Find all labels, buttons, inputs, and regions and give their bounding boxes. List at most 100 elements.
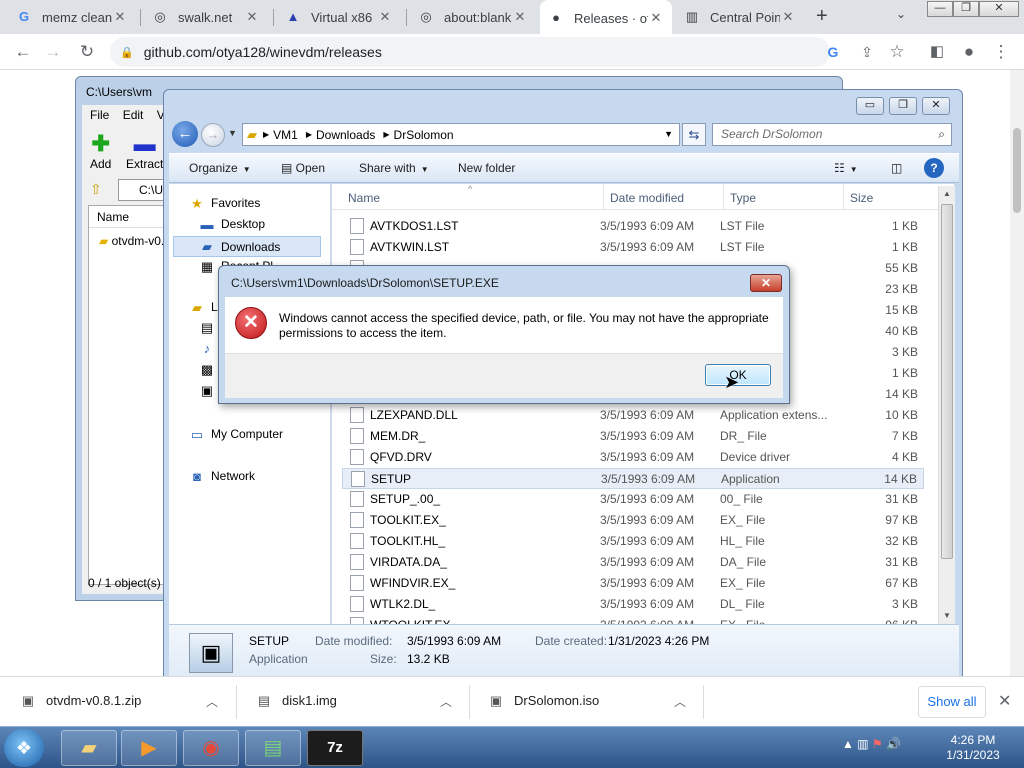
menu-file[interactable]: File [90,108,109,122]
back-arrow-icon[interactable]: ← [12,41,34,63]
maximize-button[interactable]: ❐ [889,97,917,115]
file-list-scrollbar[interactable]: ▲ ▼ [938,186,955,624]
open-button[interactable]: ▤ Open [281,161,325,175]
nav-network[interactable]: ◙ Network [189,469,255,483]
share-icon[interactable]: ⇪ [856,41,878,63]
refresh-button[interactable]: ⇆ [682,123,706,146]
folder-up-icon[interactable]: ⇧ [90,181,102,198]
new-tab-plus-icon[interactable]: + [816,5,838,27]
column-type-header[interactable]: Type [730,191,756,205]
network-icon[interactable]: ▥ [857,737,872,751]
minimize-button[interactable]: ▭ [856,97,884,115]
action-center-flag-icon[interactable]: ⚑ [872,737,886,751]
tab-virtual-x86[interactable]: ▲ Virtual x86 ✕ [277,0,401,34]
start-button[interactable]: ❖ [4,729,44,767]
breadcrumb-downloads[interactable]: Downloads [316,128,375,142]
file-explorer-taskbar-icon[interactable]: ▰ [61,730,117,766]
menu-kebab-icon[interactable]: ⋮ [990,41,1012,63]
help-icon[interactable]: ? [924,158,944,178]
close-icon[interactable]: ✕ [512,9,528,25]
search-input[interactable]: Search DrSolomon ⌕ [712,123,952,146]
chevron-up-icon[interactable]: ︿ [440,693,452,710]
scroll-down-icon[interactable]: ▼ [939,608,955,624]
tab-swalk[interactable]: ◎ swalk.net ✕ [144,0,268,34]
extract-button[interactable]: ▬ Extract [126,133,163,172]
breadcrumb[interactable]: ▰ ▶ VM1 ▶ Downloads ▶ DrSolomon ▼ [242,123,680,146]
show-hidden-icons[interactable]: ▲ [842,737,857,751]
tab-memz-clean[interactable]: G memz clean ✕ [8,0,136,34]
tab-releases[interactable]: ● Releases · ot ✕ [540,0,672,36]
close-icon[interactable]: ✕ [998,691,1011,711]
download-drsolomon[interactable]: ▣ DrSolomon.iso [488,693,599,708]
program-taskbar-icon[interactable]: ▤ [245,730,301,766]
organize-button[interactable]: Organize ▼ [189,161,251,175]
preview-pane-icon[interactable]: ◫ [891,161,902,175]
back-button[interactable]: ← [172,121,198,147]
recent-pages-dropdown[interactable]: ▼ [228,128,237,138]
minimize-window-button[interactable]: — [927,1,953,17]
profile-avatar-icon[interactable]: ● [958,41,980,63]
close-icon[interactable]: ✕ [377,9,393,25]
share-with-button[interactable]: Share with ▼ [359,161,429,175]
table-row[interactable]: WTOOLKIT.EX_ 3/5/1993 6:09 AM EX_ File 96 K… [342,615,924,624]
media-player-taskbar-icon[interactable]: ▶ [121,730,177,766]
menu-edit[interactable]: Edit [123,108,144,122]
dialog-close-button[interactable]: ✕ [750,274,782,292]
column-name-header[interactable]: Name [348,191,380,205]
chevron-up-icon[interactable]: ︿ [674,693,686,710]
table-row[interactable]: SETUP 3/5/1993 6:09 AM Application 14 KB [342,468,924,489]
page-scrollbar[interactable] [1010,70,1024,676]
table-row[interactable]: AVTKDOS1.LST 3/5/1993 6:09 AM LST File 1 KB [342,216,924,237]
nav-my-computer[interactable]: ▭ My Computer [189,427,283,441]
scroll-up-icon[interactable]: ▲ [939,186,955,202]
show-all-button[interactable]: Show all [918,686,986,718]
table-row[interactable]: LZEXPAND.DLL 3/5/1993 6:09 AM Application … [342,405,924,426]
close-button[interactable]: ✕ [922,97,950,115]
close-icon[interactable]: ✕ [648,10,664,26]
column-size-header[interactable]: Size [850,191,873,205]
chevron-down-icon[interactable]: ▼ [664,129,673,139]
table-row[interactable]: MEM.DR_ 3/5/1993 6:09 AM DR_ File 7 KB [342,426,924,447]
download-disk1[interactable]: ▤ disk1.img [256,693,337,708]
table-row[interactable]: QFVD.DRV 3/5/1993 6:09 AM Device driver 4 K… [342,447,924,468]
reload-icon[interactable]: ↻ [76,41,98,63]
tab-about-blank[interactable]: ◎ about:blank ✕ [410,0,536,34]
chevron-up-icon[interactable]: ︿ [206,693,218,710]
chrome-taskbar-icon[interactable]: ◉ [183,730,239,766]
download-otvdm[interactable]: ▣ otvdm-v0.8.1.zip [20,693,142,708]
breadcrumb-vm1[interactable]: VM1 [273,128,298,142]
scroll-thumb[interactable] [941,204,953,559]
nav-favorites[interactable]: ★ Favorites [189,196,260,210]
volume-icon[interactable]: 🔊 [886,737,901,751]
restore-window-button[interactable]: ❐ [953,1,979,17]
7zip-taskbar-icon[interactable]: 7z [307,730,363,766]
address-bar[interactable]: 🔒 github.com/otya128/winevdm/releases [110,37,830,67]
add-button[interactable]: ✚ Add [90,133,111,172]
tab-search-chevron-icon[interactable]: ⌄ [896,7,906,21]
nav-libraries[interactable]: ▰ L [189,300,218,314]
table-row[interactable]: TOOLKIT.HL_ 3/5/1993 6:09 AM HL_ File 32 KB [342,531,924,552]
clock[interactable]: 4:26 PM 1/31/2023 [930,733,1016,763]
nav-downloads[interactable]: ▰ Downloads [173,236,322,257]
breadcrumb-drsolomon[interactable]: DrSolomon [394,128,454,142]
column-date-header[interactable]: Date modified [610,191,684,205]
new-folder-button[interactable]: New folder [458,161,515,175]
table-row[interactable]: WTLK2.DL_ 3/5/1993 6:09 AM DL_ File 3 KB [342,594,924,615]
table-row[interactable]: TOOLKIT.EX_ 3/5/1993 6:09 AM EX_ File 97 KB [342,510,924,531]
close-icon[interactable]: ✕ [244,9,260,25]
nav-desktop[interactable]: ▬ Desktop [199,217,266,231]
google-lens-icon[interactable]: G [822,41,844,63]
tab-central-point[interactable]: ▥ Central Point ✕ [676,0,804,34]
table-row[interactable]: VIRDATA.DA_ 3/5/1993 6:09 AM DA_ File 31 KB [342,552,924,573]
forward-arrow-icon[interactable]: → [42,41,64,63]
view-options-button[interactable]: ☷ ▼ [834,161,858,175]
close-icon[interactable]: ✕ [112,9,128,25]
bookmark-star-icon[interactable]: ☆ [886,41,908,63]
close-icon[interactable]: ✕ [780,9,796,25]
table-row[interactable]: AVTKWIN.LST 3/5/1993 6:09 AM LST File 1 KB [342,237,924,258]
close-window-button[interactable]: ✕ [979,1,1019,17]
table-row[interactable]: WFINDVIR.EX_ 3/5/1993 6:09 AM EX_ File 67 K… [342,573,924,594]
side-panel-icon[interactable]: ◧ [926,41,948,63]
forward-button[interactable]: → [201,123,225,147]
table-row[interactable]: SETUP_.00_ 3/5/1993 6:09 AM 00_ File 31 KB [342,489,924,510]
